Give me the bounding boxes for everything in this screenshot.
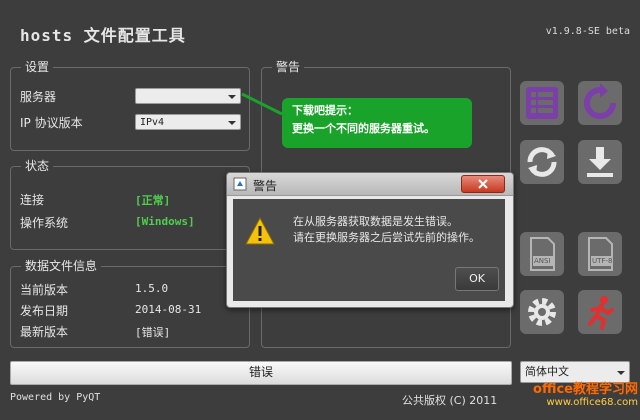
ok-button[interactable]: OK bbox=[455, 267, 499, 291]
connection-label: 连接 bbox=[20, 193, 45, 207]
warning-group-title: 警告 bbox=[272, 60, 305, 74]
status-group: 状态 连接 [正常] 操作系统 [Windows] bbox=[10, 159, 250, 250]
ansi-file-icon bbox=[530, 237, 555, 271]
utf8-file-icon bbox=[588, 237, 613, 271]
dialog-message-2: 请在更换服务器之后尝试先前的操作。 bbox=[293, 231, 480, 244]
release-date-label: 发布日期 bbox=[20, 304, 69, 318]
latest-version-label: 最新版本 bbox=[20, 325, 69, 339]
tip-pointer bbox=[241, 92, 283, 116]
settings-group-title: 设置 bbox=[21, 60, 54, 74]
watermark: office教程学习网 www.office68.com bbox=[500, 378, 638, 408]
dialog-message-1: 在从服务器获取数据是发生错误。 bbox=[293, 215, 458, 228]
dialog-close-button[interactable] bbox=[461, 175, 505, 193]
tile-download[interactable] bbox=[578, 140, 622, 184]
datafile-group: 数据文件信息 当前版本 1.5.0 发布日期 2014-08-31 最新版本 [… bbox=[10, 259, 250, 348]
chevron-down-icon bbox=[617, 371, 625, 375]
status-group-title: 状态 bbox=[21, 159, 54, 173]
server-select[interactable] bbox=[135, 88, 241, 104]
sync-icon bbox=[527, 147, 557, 177]
ip-version-label: IP 协议版本 bbox=[20, 116, 83, 130]
warning-dialog: 警告 在从服务器获取数据是发生错误。 请在更换服务器之后尝试先前的操作。 OK bbox=[226, 172, 514, 308]
close-icon bbox=[478, 179, 488, 189]
tip-line-2: 更换一个不同的服务器重试。 bbox=[292, 122, 435, 135]
tile-exit[interactable] bbox=[578, 290, 622, 334]
dialog-body: 在从服务器获取数据是发生错误。 请在更换服务器之后尝试先前的操作。 OK bbox=[233, 199, 505, 301]
app-icon bbox=[233, 177, 247, 191]
exit-run-icon bbox=[588, 296, 614, 330]
list-icon bbox=[526, 87, 558, 119]
tile-list[interactable] bbox=[520, 81, 564, 125]
tile-utf8[interactable]: UTF-8 bbox=[578, 232, 622, 276]
os-label: 操作系统 bbox=[20, 216, 69, 230]
server-label: 服务器 bbox=[20, 90, 57, 104]
latest-version-value: [错误] bbox=[135, 326, 171, 339]
os-value: [Windows] bbox=[135, 215, 195, 228]
tip-line-1: 下载吧提示： bbox=[292, 104, 358, 117]
app-version: v1.9.8-SE beta bbox=[545, 26, 630, 37]
tile-ansi[interactable]: ANSI bbox=[520, 232, 564, 276]
footer-copyright: 公共版权 (C) 2011 bbox=[402, 394, 498, 407]
connection-value: [正常] bbox=[135, 194, 171, 207]
dialog-title: 警告 bbox=[253, 179, 278, 193]
refresh-icon bbox=[584, 83, 616, 119]
dialog-titlebar: 警告 bbox=[227, 173, 513, 196]
download-tip: 下载吧提示： 更换一个不同的服务器重试。 bbox=[282, 98, 472, 148]
tile-sync[interactable] bbox=[520, 140, 564, 184]
ansi-label: ANSI bbox=[534, 257, 551, 265]
footer-powered-by: Powered by PyQT bbox=[10, 392, 101, 403]
download-icon bbox=[587, 147, 613, 177]
release-date-value: 2014-08-31 bbox=[135, 303, 202, 316]
warning-icon bbox=[245, 217, 275, 245]
tile-settings[interactable] bbox=[520, 290, 564, 334]
watermark-text: office教程学习网 bbox=[533, 382, 638, 397]
current-version-label: 当前版本 bbox=[20, 283, 69, 297]
progress-bar: 错误 bbox=[10, 361, 512, 385]
app-title: hosts 文件配置工具 bbox=[20, 26, 186, 45]
datafile-group-title: 数据文件信息 bbox=[21, 259, 102, 273]
chevron-down-icon bbox=[228, 121, 236, 125]
tile-refresh[interactable] bbox=[578, 81, 622, 125]
utf8-label: UTF-8 bbox=[592, 257, 613, 265]
gear-icon bbox=[528, 298, 556, 326]
chevron-down-icon bbox=[228, 95, 236, 99]
ip-version-select[interactable]: IPv4 bbox=[135, 114, 241, 130]
watermark-url: www.office68.com bbox=[546, 397, 639, 408]
current-version-value: 1.5.0 bbox=[135, 282, 169, 295]
settings-group: 设置 服务器 IP 协议版本 IPv4 bbox=[10, 60, 250, 151]
